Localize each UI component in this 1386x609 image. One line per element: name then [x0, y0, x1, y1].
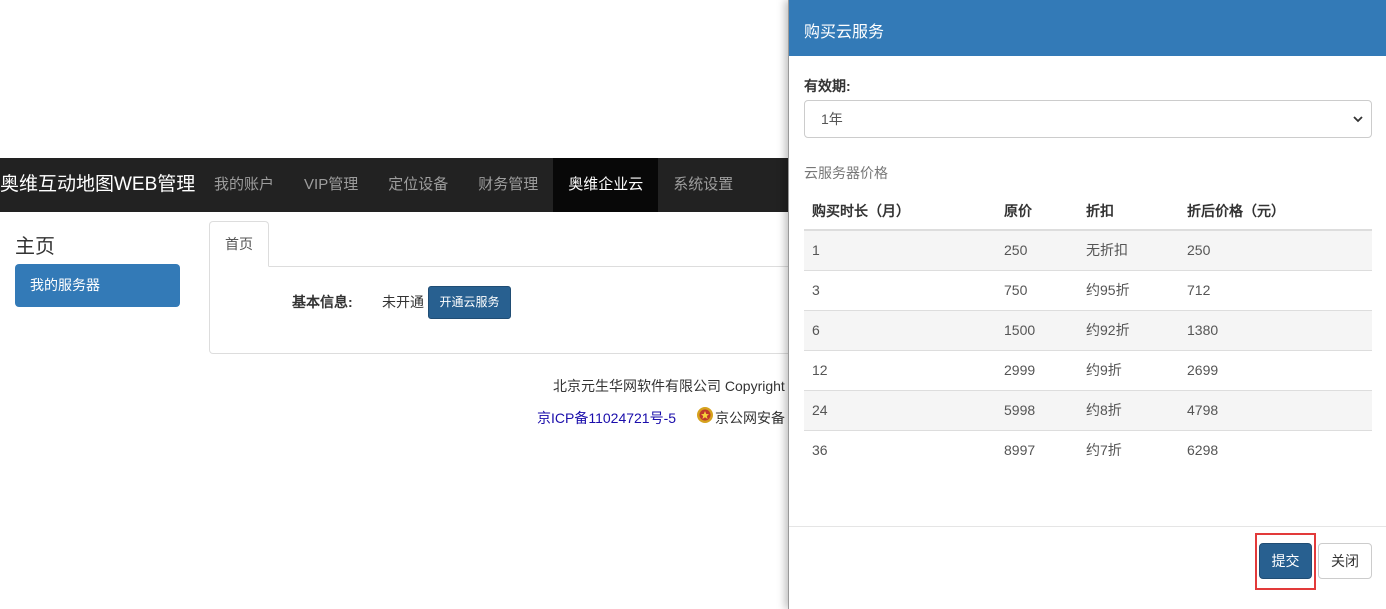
tab-home[interactable]: 首页	[209, 221, 269, 267]
table-row: 6 1500 约92折 1380	[804, 309, 1372, 350]
cell-discount: 约8折	[1078, 389, 1179, 430]
cell-original-price: 8997	[996, 429, 1078, 470]
price-table-header-row: 购买时长（月） 原价 折扣 折后价格（元）	[804, 192, 1372, 231]
cell-duration: 6	[804, 309, 996, 350]
nav-item-locator-devices[interactable]: 定位设备	[373, 158, 463, 212]
modal-footer-divider	[789, 526, 1386, 527]
modal-title: 购买云服务	[804, 24, 885, 41]
price-table: 购买时长（月） 原价 折扣 折后价格（元） 1 250 无折扣 250 3 75…	[804, 192, 1372, 470]
cell-original-price: 5998	[996, 389, 1078, 430]
validity-select-value: 1年	[821, 111, 843, 127]
table-row: 3 750 约95折 712	[804, 269, 1372, 310]
nav-item-my-account[interactable]: 我的账户	[199, 158, 289, 212]
nav-item-settings[interactable]: 系统设置	[658, 158, 748, 212]
nav-item-enterprise-cloud[interactable]: 奥维企业云	[553, 158, 659, 212]
header-discounted-price: 折后价格（元）	[1179, 192, 1372, 231]
table-row: 36 8997 约7折 6298	[804, 429, 1372, 470]
cell-discounted-price: 712	[1179, 269, 1372, 310]
header-discount: 折扣	[1078, 192, 1179, 231]
chevron-down-icon	[1353, 116, 1363, 123]
cell-duration: 36	[804, 429, 996, 470]
cell-discount: 约7折	[1078, 429, 1179, 470]
sidebar-title: 主页	[15, 236, 55, 258]
basic-info-label: 基本信息:	[292, 294, 353, 310]
header-duration: 购买时长（月）	[804, 192, 996, 231]
close-button[interactable]: 关闭	[1318, 543, 1372, 579]
cell-duration: 24	[804, 389, 996, 430]
cell-original-price: 2999	[996, 349, 1078, 390]
cell-original-price: 250	[996, 229, 1078, 270]
buy-cloud-service-modal: 购买云服务 有效期: 1年 云服务器价格 购买时长（月） 原价 折扣 折后价格（…	[788, 0, 1386, 609]
table-row: 12 2999 约9折 2699	[804, 349, 1372, 390]
validity-label: 有效期:	[804, 78, 851, 94]
nav-item-finance[interactable]: 财务管理	[463, 158, 553, 212]
cell-discounted-price: 4798	[1179, 389, 1372, 430]
table-row: 24 5998 约8折 4798	[804, 389, 1372, 430]
cell-duration: 3	[804, 269, 996, 310]
brand-title[interactable]: 奥维互动地图WEB管理	[0, 158, 195, 212]
footer-copyright: 北京元生华网软件有限公司 Copyright	[553, 378, 785, 394]
footer-icp-link[interactable]: 京ICP备11024721号-5	[537, 408, 676, 428]
cell-discounted-price: 250	[1179, 229, 1372, 270]
footer-police-link[interactable]: 京公网安备	[715, 408, 785, 428]
validity-select[interactable]: 1年	[804, 100, 1372, 138]
table-row: 1 250 无折扣 250	[804, 229, 1372, 270]
cell-discount: 约95折	[1078, 269, 1179, 310]
cell-discounted-price: 6298	[1179, 429, 1372, 470]
main-nav: 我的账户 VIP管理 定位设备 财务管理 奥维企业云 系统设置	[199, 158, 748, 212]
cell-discount: 约9折	[1078, 349, 1179, 390]
sidebar-item-my-servers[interactable]: 我的服务器	[15, 264, 180, 307]
modal-header: 购买云服务	[789, 0, 1386, 56]
price-section-label: 云服务器价格	[804, 165, 888, 181]
basic-info-status: 未开通	[382, 294, 424, 310]
nav-item-vip[interactable]: VIP管理	[289, 158, 373, 212]
cell-duration: 12	[804, 349, 996, 390]
open-cloud-service-button[interactable]: 开通云服务	[428, 286, 511, 319]
cell-original-price: 1500	[996, 309, 1078, 350]
top-navbar: 奥维互动地图WEB管理 我的账户 VIP管理 定位设备 财务管理 奥维企业云 系…	[0, 158, 790, 212]
cell-discounted-price: 1380	[1179, 309, 1372, 350]
cell-discounted-price: 2699	[1179, 349, 1372, 390]
submit-button[interactable]: 提交	[1259, 543, 1312, 579]
police-badge-icon	[697, 407, 713, 423]
cell-discount: 约92折	[1078, 309, 1179, 350]
header-original-price: 原价	[996, 192, 1078, 231]
cell-discount: 无折扣	[1078, 229, 1179, 270]
cell-duration: 1	[804, 229, 996, 270]
cell-original-price: 750	[996, 269, 1078, 310]
tab-bar: 首页	[209, 221, 799, 267]
